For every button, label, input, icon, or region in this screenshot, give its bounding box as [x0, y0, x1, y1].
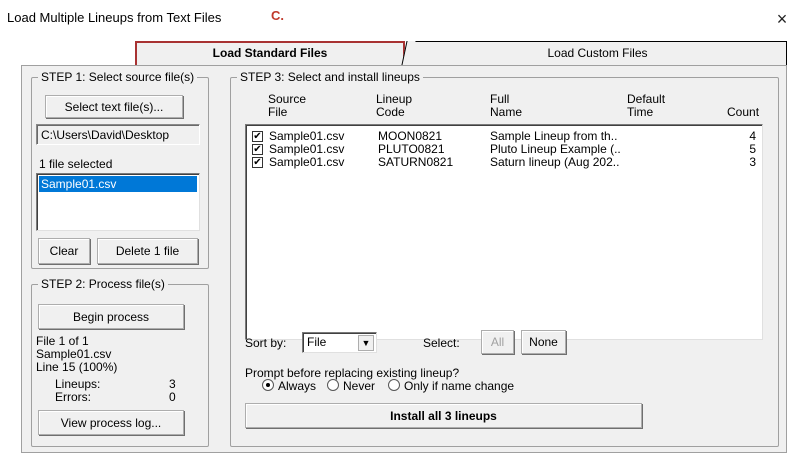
cell-source-file: Sample01.csv: [269, 129, 345, 143]
cell-count: 5: [749, 142, 756, 156]
select-all-button[interactable]: All: [481, 330, 514, 354]
annotation-label: C.: [271, 8, 284, 23]
column-header-line: Count: [727, 105, 760, 119]
install-lineups-button[interactable]: Install all 3 lineups: [245, 403, 642, 428]
errors-label: Errors:: [55, 390, 91, 404]
cell-lineup-code: MOON0821: [378, 129, 443, 143]
radio-always[interactable]: [262, 379, 274, 391]
column-header-line: File: [268, 105, 288, 119]
clear-button[interactable]: Clear: [38, 238, 90, 264]
cell-lineup-code: SATURN0821: [378, 155, 454, 169]
row-checkbox[interactable]: ✔: [252, 131, 263, 142]
step2-legend: STEP 2: Process file(s): [41, 277, 165, 291]
file-list[interactable]: Sample01.csv: [36, 173, 200, 231]
process-status-file: File 1 of 1: [36, 334, 89, 348]
column-header-lineup-code: Lineup Code: [376, 93, 412, 119]
cell-source-file: Sample01.csv: [269, 142, 345, 156]
close-icon[interactable]: ×: [772, 9, 792, 29]
cell-full-name: Pluto Lineup Example (..: [490, 142, 621, 156]
table-row[interactable]: ✔ Sample01.csv SATURN0821 Saturn lineup …: [246, 156, 762, 168]
table-row[interactable]: ✔ Sample01.csv MOON0821 Sample Lineup fr…: [246, 130, 762, 142]
sort-by-dropdown[interactable]: File ▼: [302, 332, 377, 353]
process-status-line: Line 15 (100%): [36, 360, 118, 374]
radio-only-if-label: Only if name change: [404, 379, 515, 393]
step1-legend: STEP 1: Select source file(s): [41, 70, 195, 84]
tab-panel: STEP 1: Select source file(s) Select tex…: [21, 65, 787, 453]
lineups-value: 3: [169, 377, 176, 391]
column-header-default-time: Default Time: [627, 93, 665, 119]
row-checkbox[interactable]: ✔: [252, 144, 263, 155]
column-header-count: Count: [727, 93, 759, 119]
begin-process-button[interactable]: Begin process: [38, 304, 184, 329]
radio-only-if-name-change[interactable]: [388, 379, 400, 391]
cell-lineup-code: PLUTO0821: [378, 142, 445, 156]
lineups-list[interactable]: ✔ Sample01.csv MOON0821 Sample Lineup fr…: [245, 124, 763, 340]
column-header-line: Code: [376, 105, 405, 119]
tab-load-custom-files-label: Load Custom Files: [547, 46, 648, 60]
column-header-line: Time: [627, 105, 654, 119]
step3-legend: STEP 3: Select and install lineups: [240, 70, 420, 84]
radio-never-label: Never: [343, 379, 376, 393]
radio-always-label: Always: [278, 379, 317, 393]
cell-count: 4: [749, 129, 756, 143]
window-title: Load Multiple Lineups from Text Files: [7, 10, 222, 25]
column-header-full-name: Full Name: [490, 93, 522, 119]
prompt-label: Prompt before replacing existing lineup?: [245, 366, 460, 380]
select-none-button[interactable]: None: [521, 330, 566, 354]
column-header-line: Name: [490, 105, 523, 119]
column-header-source-file: Source File: [268, 93, 306, 119]
source-path-field[interactable]: C:\Users\David\Desktop: [36, 124, 200, 145]
cell-full-name: Saturn lineup (Aug 202..: [490, 155, 620, 169]
select-label: Select:: [423, 336, 460, 350]
files-selected-count: 1 file selected: [39, 157, 113, 171]
tab-load-standard-files[interactable]: Load Standard Files: [135, 41, 405, 65]
table-row[interactable]: ✔ Sample01.csv PLUTO0821 Pluto Lineup Ex…: [246, 143, 762, 155]
cell-source-file: Sample01.csv: [269, 155, 345, 169]
view-process-log-button[interactable]: View process log...: [38, 410, 184, 435]
chevron-down-icon[interactable]: ▼: [358, 335, 374, 351]
sort-by-value: File: [307, 335, 327, 349]
radio-never[interactable]: [327, 379, 339, 391]
errors-value: 0: [169, 390, 176, 404]
cell-count: 3: [749, 155, 756, 169]
lineups-label: Lineups:: [55, 377, 101, 391]
cell-full-name: Sample Lineup from th..: [490, 129, 618, 143]
sort-by-label: Sort by:: [245, 336, 287, 350]
list-item[interactable]: Sample01.csv: [39, 176, 197, 192]
tab-load-custom-files[interactable]: Load Custom Files: [408, 41, 787, 65]
select-text-files-button[interactable]: Select text file(s)...: [45, 95, 183, 118]
delete-file-button[interactable]: Delete 1 file: [97, 238, 198, 264]
process-status-filename: Sample01.csv: [36, 347, 112, 361]
row-checkbox[interactable]: ✔: [252, 157, 263, 168]
